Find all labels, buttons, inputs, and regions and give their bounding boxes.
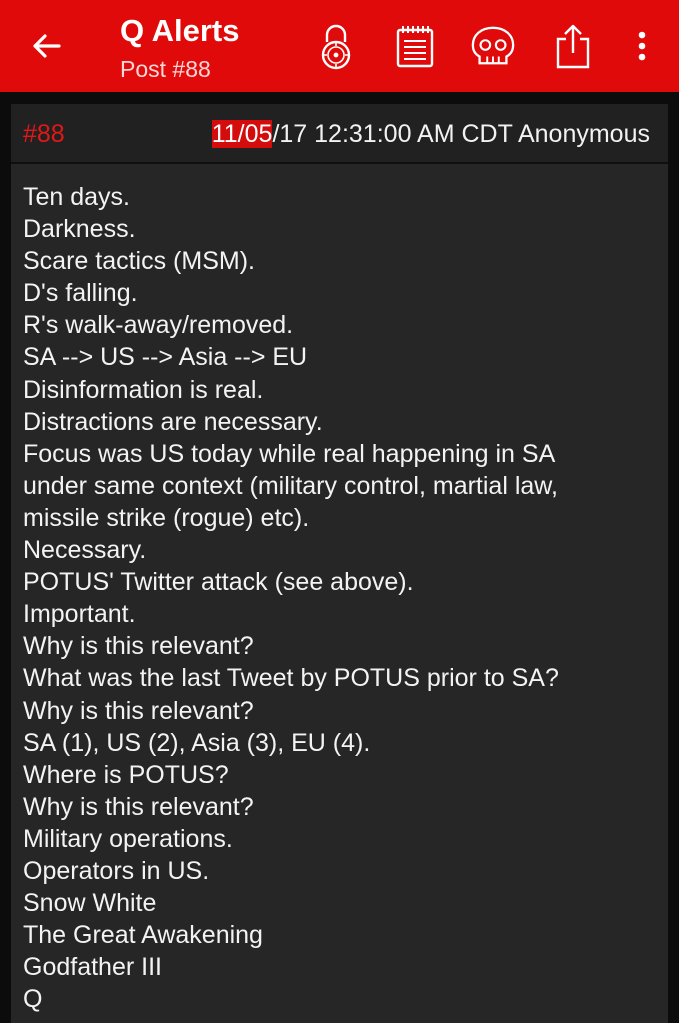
- post-line: Distractions are necessary.: [23, 407, 323, 436]
- lock-icon: [321, 24, 351, 70]
- share-icon: [556, 24, 590, 69]
- skull-button[interactable]: [470, 20, 516, 72]
- post-line: POTUS' Twitter attack (see above).: [23, 568, 414, 597]
- post-line: Q: [23, 985, 43, 1014]
- post-line: Focus was US today while real happening …: [23, 439, 556, 468]
- date-highlight: 11/05: [211, 120, 273, 148]
- more-options-button[interactable]: [626, 20, 658, 72]
- title-block: Q Alerts Post #88: [120, 14, 239, 84]
- post-line: Snow White: [23, 889, 157, 918]
- post-line: under same context (military control, ma…: [23, 471, 558, 500]
- post-line: Why is this relevant?: [23, 696, 254, 725]
- skull-icon: [471, 26, 515, 65]
- post-meta: 11/05/17 12:31:00 AM CDT Anonymous: [211, 120, 650, 148]
- post-header: #88 11/05/17 12:31:00 AM CDT Anonymous: [11, 104, 668, 164]
- post-line: Military operations.: [23, 824, 233, 853]
- post-line: missile strike (rogue) etc).: [23, 503, 310, 532]
- post-card: #88 11/05/17 12:31:00 AM CDT Anonymous T…: [11, 104, 668, 1023]
- post-line: Godfather III: [23, 953, 162, 982]
- post-line: Darkness.: [23, 215, 136, 244]
- post-line: Scare tactics (MSM).: [23, 247, 255, 276]
- post-line: Where is POTUS?: [23, 760, 229, 789]
- post-timestamp-author: /17 12:31:00 AM CDT Anonymous: [272, 120, 650, 148]
- post-line: The Great Awakening: [23, 921, 263, 950]
- app-title: Q Alerts: [120, 13, 240, 48]
- post-body: Ten days. Darkness. Scare tactics (MSM). D'…: [23, 181, 653, 1015]
- post-line: Important.: [23, 600, 136, 629]
- post-line: SA --> US --> Asia --> EU: [23, 343, 308, 372]
- post-line: What was the last Tweet by POTUS prior t…: [23, 664, 559, 693]
- post-line: Operators in US.: [23, 856, 210, 885]
- post-line: Ten days.: [23, 183, 131, 211]
- post-line: SA (1), US (2), Asia (3), EU (4).: [23, 728, 371, 757]
- notepad-icon: [396, 26, 434, 68]
- more-vert-icon: [638, 31, 646, 61]
- arrow-left-icon: [33, 34, 61, 58]
- post-line: Disinformation is real.: [23, 375, 264, 404]
- post-line: Necessary.: [23, 536, 147, 565]
- post-line: D's falling.: [23, 279, 138, 308]
- share-button[interactable]: [550, 20, 596, 72]
- back-button[interactable]: [24, 26, 68, 66]
- app-subtitle: Post #88: [120, 56, 211, 82]
- post-line: Why is this relevant?: [23, 792, 254, 821]
- app-bar: Q Alerts Post #88: [0, 0, 679, 92]
- post-line: Why is this relevant?: [23, 632, 254, 661]
- post-number[interactable]: #88: [23, 120, 65, 148]
- lock-button[interactable]: [313, 20, 359, 72]
- post-line: R's walk-away/removed.: [23, 311, 294, 340]
- notepad-button[interactable]: [392, 20, 438, 72]
